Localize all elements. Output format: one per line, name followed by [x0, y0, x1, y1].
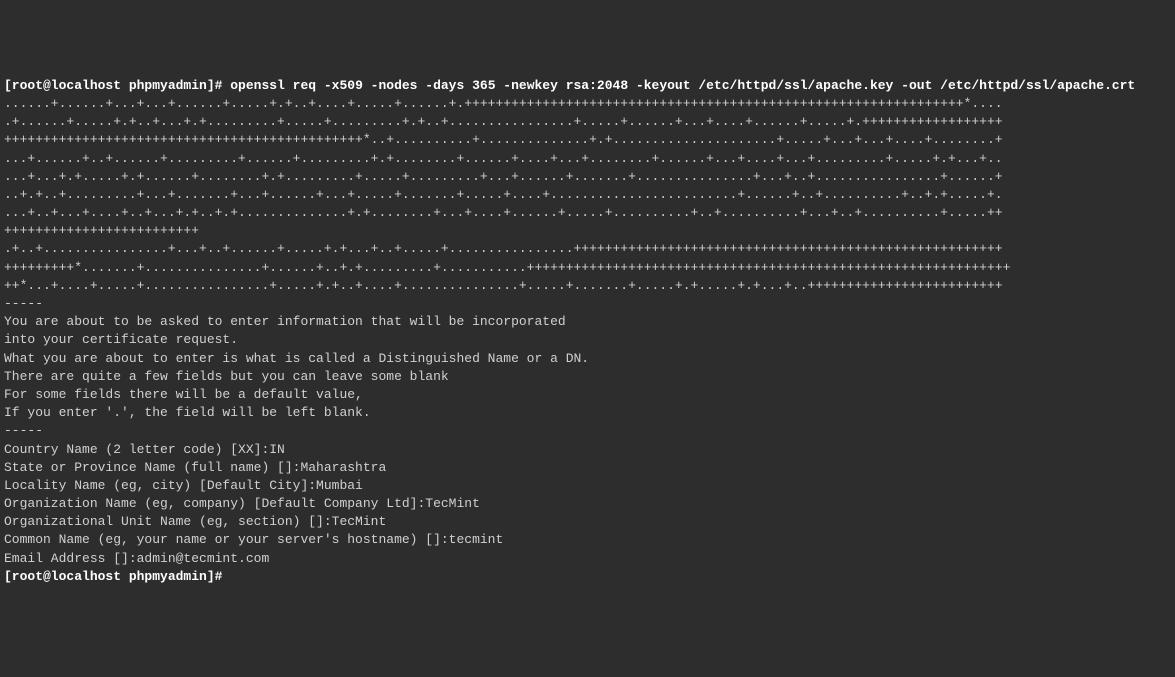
info-text: You are about to be asked to enter infor…	[4, 313, 1171, 331]
locality-field[interactable]: Locality Name (eg, city) [Default City]:…	[4, 477, 1171, 495]
keygen-output: ......+......+...+...+......+.....+.+..+…	[4, 95, 1171, 113]
info-text: If you enter '.', the field will be left…	[4, 404, 1171, 422]
common-name-field[interactable]: Common Name (eg, your name or your serve…	[4, 531, 1171, 549]
keygen-output: ...+......+..+......+.........+......+..…	[4, 150, 1171, 168]
state-field[interactable]: State or Province Name (full name) []:Ma…	[4, 459, 1171, 477]
keygen-output: ..+.+..+.........+...+.......+...+......…	[4, 186, 1171, 204]
email-field[interactable]: Email Address []:admin@tecmint.com	[4, 550, 1171, 568]
org-unit-field[interactable]: Organizational Unit Name (eg, section) […	[4, 513, 1171, 531]
prompt-bracket: ]#	[207, 569, 230, 584]
organization-field[interactable]: Organization Name (eg, company) [Default…	[4, 495, 1171, 513]
country-field[interactable]: Country Name (2 letter code) [XX]:IN	[4, 441, 1171, 459]
info-text: For some fields there will be a default …	[4, 386, 1171, 404]
separator: -----	[4, 295, 1171, 313]
command-line-1: [root@localhost phpmyadmin]# openssl req…	[4, 77, 1171, 95]
keygen-output: +++++++++*.......+...............+......…	[4, 259, 1171, 277]
prompt-path: phpmyadmin	[129, 569, 207, 584]
keygen-output: .+......+.....+.+..+...+.+.........+....…	[4, 113, 1171, 131]
keygen-output: +++++++++++++++++++++++++	[4, 222, 1171, 240]
prompt-user-host: [root@localhost	[4, 569, 129, 584]
info-text: What you are about to enter is what is c…	[4, 350, 1171, 368]
keygen-output: .+..+................+...+..+......+....…	[4, 240, 1171, 258]
openssl-command[interactable]: openssl req -x509 -nodes -days 365 -newk…	[230, 78, 1135, 93]
prompt-user-host: [root@localhost	[4, 78, 129, 93]
separator: -----	[4, 422, 1171, 440]
keygen-output: ++*...+....+.....+................+.....…	[4, 277, 1171, 295]
keygen-output: ++++++++++++++++++++++++++++++++++++++++…	[4, 131, 1171, 149]
prompt-bracket: ]#	[207, 78, 230, 93]
prompt-path: phpmyadmin	[129, 78, 207, 93]
keygen-output: ...+..+...+....+..+...+.+..+.+..........…	[4, 204, 1171, 222]
keygen-output: ...+...+.+.....+.+......+........+.+....…	[4, 168, 1171, 186]
info-text: into your certificate request.	[4, 331, 1171, 349]
command-line-2[interactable]: [root@localhost phpmyadmin]#	[4, 568, 1171, 586]
info-text: There are quite a few fields but you can…	[4, 368, 1171, 386]
